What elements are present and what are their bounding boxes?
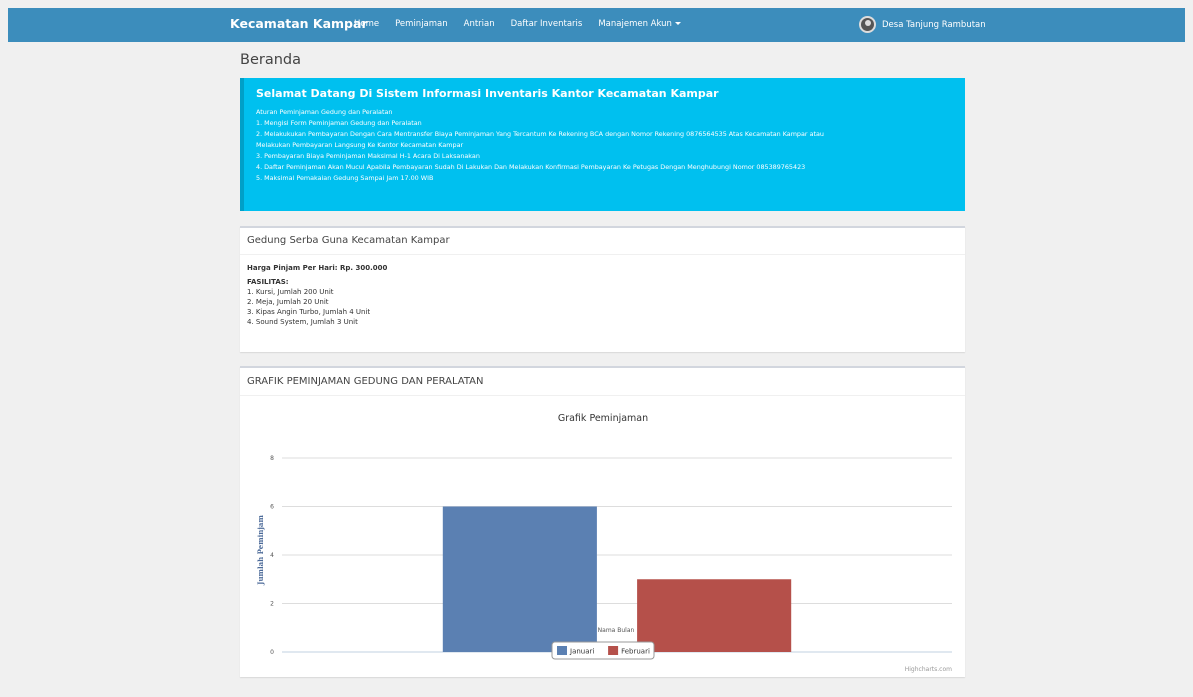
y-tick-label: 2 <box>270 601 274 608</box>
chart-box: GRAFIK PEMINJAMAN GEDUNG DAN PERALATAN G… <box>240 366 965 677</box>
callout-title: Selamat Datang Di Sistem Informasi Inven… <box>256 87 719 100</box>
callout-line: 4. Daftar Peminjaman Akan Mucul Apabila … <box>256 163 806 171</box>
x-axis-label: Nama Bulan <box>598 627 635 634</box>
nav-item-peminjaman[interactable]: Peminjaman <box>395 19 448 29</box>
y-tick-label: 8 <box>270 455 274 462</box>
nav-item-daftar-inventaris[interactable]: Daftar Inventaris <box>511 19 583 29</box>
loan-chart: Grafik Peminjaman 02468 Jumlah Peminjam … <box>256 413 952 673</box>
nav-item-antrian[interactable]: Antrian <box>464 19 495 29</box>
brand-link[interactable]: Kecamatan Kampar <box>230 16 368 31</box>
callout-line: 2. Melakukukan Pembayaran Dengan Cara Me… <box>256 130 824 138</box>
bar-februari[interactable] <box>637 579 792 652</box>
top-navbar: Kecamatan Kampar Home Peminjaman Antrian… <box>8 8 1185 42</box>
user-name: Desa Tanjung Rambutan <box>882 19 986 30</box>
nav-item-manajemen-akun-label: Manajemen Akun <box>598 19 672 29</box>
nav-item-manajemen-akun-dropdown[interactable]: Manajemen Akun <box>598 19 681 29</box>
chart-title: Grafik Peminjaman <box>558 413 648 424</box>
gedung-price: Harga Pinjam Per Hari: Rp. 300.000 <box>247 264 388 272</box>
facility-item: 3. Kipas Angin Turbo, Jumlah 4 Unit <box>247 308 371 316</box>
callout-line: 3. Pembayaran Biaya Peminjaman Maksimal … <box>256 152 480 160</box>
callout-line: 1. Mengisi Form Peminjaman Gedung dan Pe… <box>256 119 422 127</box>
callout-line: 5. Maksimal Pemakaian Gedung Sampai Jam … <box>256 174 434 182</box>
legend-label[interactable]: Februari <box>621 648 650 656</box>
gedung-box-body: Harga Pinjam Per Hari: Rp. 300.000 FASIL… <box>240 255 965 335</box>
gedung-box-title: Gedung Serba Guna Kecamatan Kampar <box>240 228 965 255</box>
callout-line: Aturan Peminjaman Gedung dan Peralatan <box>256 108 393 116</box>
chart-box-title: GRAFIK PEMINJAMAN GEDUNG DAN PERALATAN <box>240 368 965 396</box>
legend-label[interactable]: Januari <box>569 648 594 656</box>
y-tick-label: 6 <box>270 504 274 511</box>
bar-januari[interactable] <box>442 506 597 653</box>
y-tick-label: 0 <box>270 649 274 656</box>
legend-swatch[interactable] <box>557 646 567 655</box>
gedung-box: Gedung Serba Guna Kecamatan Kampar Harga… <box>240 226 965 352</box>
facility-item: 4. Sound System, Jumlah 3 Unit <box>247 318 358 326</box>
user-avatar <box>859 16 876 33</box>
caret-down-icon <box>674 22 681 25</box>
facility-item: 2. Meja, Jumlah 20 Unit <box>247 298 329 306</box>
page-title: Beranda <box>240 52 301 68</box>
y-axis-label: Jumlah Peminjam <box>256 515 265 586</box>
nav-menu: Home Peminjaman Antrian Daftar Inventari… <box>354 19 697 29</box>
callout-line: Melakukan Pembayaran Langsung Ke Kantor … <box>256 141 464 149</box>
y-tick-label: 4 <box>270 552 274 559</box>
user-menu[interactable]: Desa Tanjung Rambutan <box>859 16 986 33</box>
facilities-title: FASILITAS: <box>247 278 289 286</box>
legend-swatch[interactable] <box>608 646 619 655</box>
welcome-callout: Selamat Datang Di Sistem Informasi Inven… <box>240 78 965 211</box>
chart-credit[interactable]: Highcharts.com <box>905 666 952 673</box>
facility-item: 1. Kursi, Jumlah 200 Unit <box>247 288 334 296</box>
nav-item-home[interactable]: Home <box>354 19 379 29</box>
